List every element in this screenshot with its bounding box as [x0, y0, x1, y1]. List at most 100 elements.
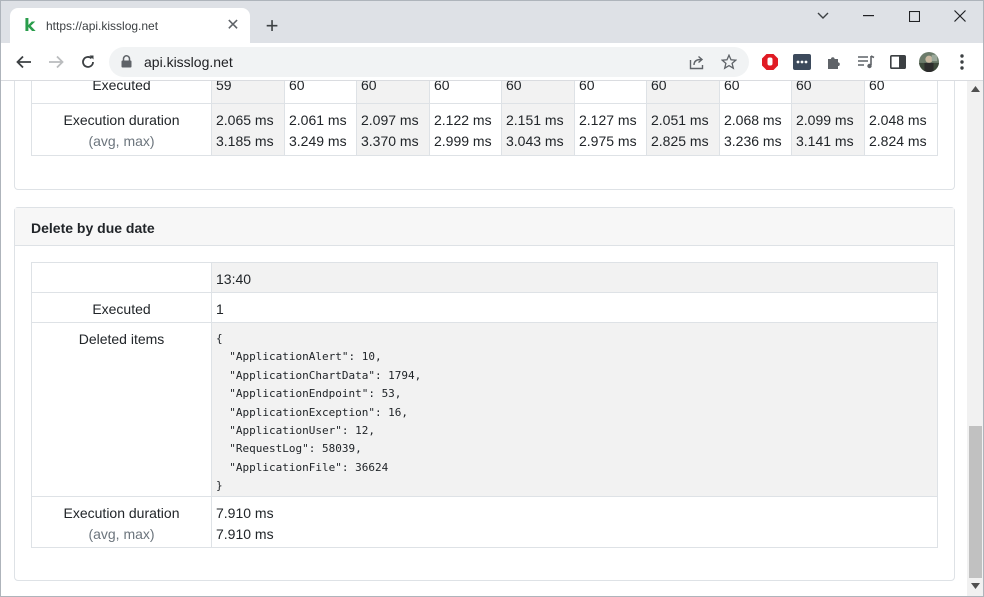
panel-title: Delete by due date [15, 208, 954, 246]
browser-tab[interactable]: k https://api.kisslog.net ✕ [10, 8, 250, 44]
browser-toolbar: api.kisslog.net [1, 43, 983, 81]
max-duration: 3.185 ms [216, 132, 274, 149]
executed-value: 60 [356, 81, 430, 104]
duration-label: Execution duration [63, 111, 180, 128]
bookmark-star-icon[interactable] [719, 53, 739, 71]
avg-duration: 2.099 ms [796, 111, 854, 128]
avg-duration: 2.065 ms [216, 111, 274, 128]
deleted-items-row: Deleted items { "ApplicationAlert": 10, … [31, 322, 938, 497]
tab-close-icon[interactable]: ✕ [223, 16, 243, 36]
chevron-down-icon [817, 12, 829, 19]
executed-label: Executed [31, 292, 212, 323]
duration-cell: 2.151 ms 3.043 ms [501, 102, 575, 156]
minimize-icon [862, 15, 874, 17]
duration-cell: 2.127 ms 2.975 ms [574, 102, 647, 156]
avg-duration: 2.122 ms [434, 111, 492, 128]
max-duration: 7.910 ms [216, 526, 274, 542]
duration-cell: 2.065 ms 3.185 ms [211, 102, 285, 156]
tab-search-button[interactable] [800, 5, 846, 27]
executed-value: 60 [429, 81, 502, 104]
run-time: 13:40 [211, 262, 938, 293]
scheduled-job-panel: Executed 59 60 60 60 60 60 60 60 60 60 E… [14, 81, 955, 190]
delete-by-due-date-panel: Delete by due date 13:40 Executed 1 Dele… [14, 207, 955, 581]
browser-window: k https://api.kisslog.net ✕ + api.kisslo… [0, 0, 984, 597]
side-panel-icon[interactable] [888, 52, 908, 72]
avg-duration: 2.061 ms [289, 111, 347, 128]
max-duration: 3.370 ms [361, 132, 419, 149]
back-button[interactable] [11, 50, 37, 74]
page-viewport: Executed 59 60 60 60 60 60 60 60 60 60 E… [1, 81, 967, 596]
executed-value: 60 [791, 81, 865, 104]
minimize-button[interactable] [845, 5, 891, 27]
share-icon[interactable] [687, 53, 707, 71]
arrow-right-icon [49, 55, 64, 69]
time-row: 13:40 [31, 262, 938, 293]
max-duration: 3.249 ms [289, 132, 347, 149]
profile-avatar[interactable] [919, 52, 939, 72]
duration-sub-label: (avg, max) [88, 132, 155, 149]
duration-cell: 2.122 ms 2.999 ms [429, 102, 502, 156]
duration-cell: 2.068 ms 3.236 ms [719, 102, 792, 156]
lock-icon[interactable] [121, 55, 132, 68]
scrollbar-thumb[interactable] [969, 426, 982, 578]
max-duration: 2.999 ms [434, 132, 492, 149]
duration-label-cell: Execution duration (avg, max) [31, 102, 212, 156]
forward-button[interactable] [43, 50, 69, 74]
max-duration: 2.975 ms [579, 132, 637, 149]
executed-value: 60 [646, 81, 720, 104]
max-duration: 2.824 ms [869, 132, 927, 149]
close-window-button[interactable] [937, 5, 983, 27]
deleted-items-label: Deleted items [31, 322, 212, 497]
duration-cell: 2.097 ms 3.370 ms [356, 102, 430, 156]
delete-stats-table: 13:40 Executed 1 Deleted items { "Applic… [31, 262, 938, 548]
empty-cell [31, 262, 212, 293]
avg-duration: 2.151 ms [506, 111, 564, 128]
duration-cell: 2.099 ms 3.141 ms [791, 102, 865, 156]
duration-label-cell: Execution duration (avg, max) [31, 496, 212, 548]
max-duration: 3.236 ms [724, 132, 782, 149]
executed-value: 1 [211, 292, 938, 323]
duration-cell: 2.051 ms 2.825 ms [646, 102, 720, 156]
url-text[interactable]: api.kisslog.net [144, 54, 233, 70]
duration-cell: 2.061 ms 3.249 ms [284, 102, 357, 156]
scroll-up-arrow-icon[interactable] [971, 86, 980, 92]
executed-value: 60 [864, 81, 938, 104]
max-duration: 2.825 ms [651, 132, 709, 149]
executed-value: 60 [719, 81, 792, 104]
executed-value: 59 [211, 81, 285, 104]
reload-button[interactable] [75, 50, 101, 74]
address-bar[interactable]: api.kisslog.net [109, 47, 749, 77]
deleted-items-json: { "ApplicationAlert": 10, "ApplicationCh… [216, 332, 422, 493]
job-stats-table: Executed 59 60 60 60 60 60 60 60 60 60 E… [31, 81, 938, 156]
tab-strip: k https://api.kisslog.net ✕ + [1, 1, 983, 44]
avg-duration: 2.127 ms [579, 111, 637, 128]
password-manager-extension-icon[interactable] [792, 52, 812, 72]
maximize-button[interactable] [891, 5, 937, 27]
duration-label: Execution duration [63, 505, 180, 521]
close-icon [954, 10, 966, 22]
duration-row: Execution duration (avg, max) 2.065 ms 3.… [31, 102, 938, 156]
scroll-down-arrow-icon[interactable] [971, 583, 980, 589]
extensions-puzzle-icon[interactable] [824, 52, 844, 72]
max-duration: 3.043 ms [506, 132, 564, 149]
duration-row: Execution duration (avg, max) 7.910 ms 7… [31, 496, 938, 548]
kisslog-favicon-icon: k [24, 16, 36, 36]
avg-duration: 2.097 ms [361, 111, 419, 128]
duration-sub-label: (avg, max) [88, 526, 155, 542]
duration-cell: 7.910 ms 7.910 ms [211, 496, 938, 548]
adblock-extension-icon[interactable] [760, 52, 780, 72]
duration-cell: 2.048 ms 2.824 ms [864, 102, 938, 156]
arrow-left-icon [16, 55, 31, 69]
max-duration: 3.141 ms [796, 132, 854, 149]
media-queue-icon[interactable] [856, 52, 876, 72]
executed-row: Executed 59 60 60 60 60 60 60 60 60 60 [31, 81, 938, 104]
avg-duration: 2.048 ms [869, 111, 927, 128]
executed-label: Executed [31, 81, 212, 104]
page-scrollbar[interactable] [967, 81, 983, 596]
maximize-icon [908, 10, 920, 22]
reload-icon [82, 55, 94, 68]
browser-menu-icon[interactable] [952, 52, 972, 72]
avg-duration: 7.910 ms [216, 505, 274, 521]
new-tab-button[interactable]: + [260, 15, 284, 39]
avg-duration: 2.068 ms [724, 111, 782, 128]
